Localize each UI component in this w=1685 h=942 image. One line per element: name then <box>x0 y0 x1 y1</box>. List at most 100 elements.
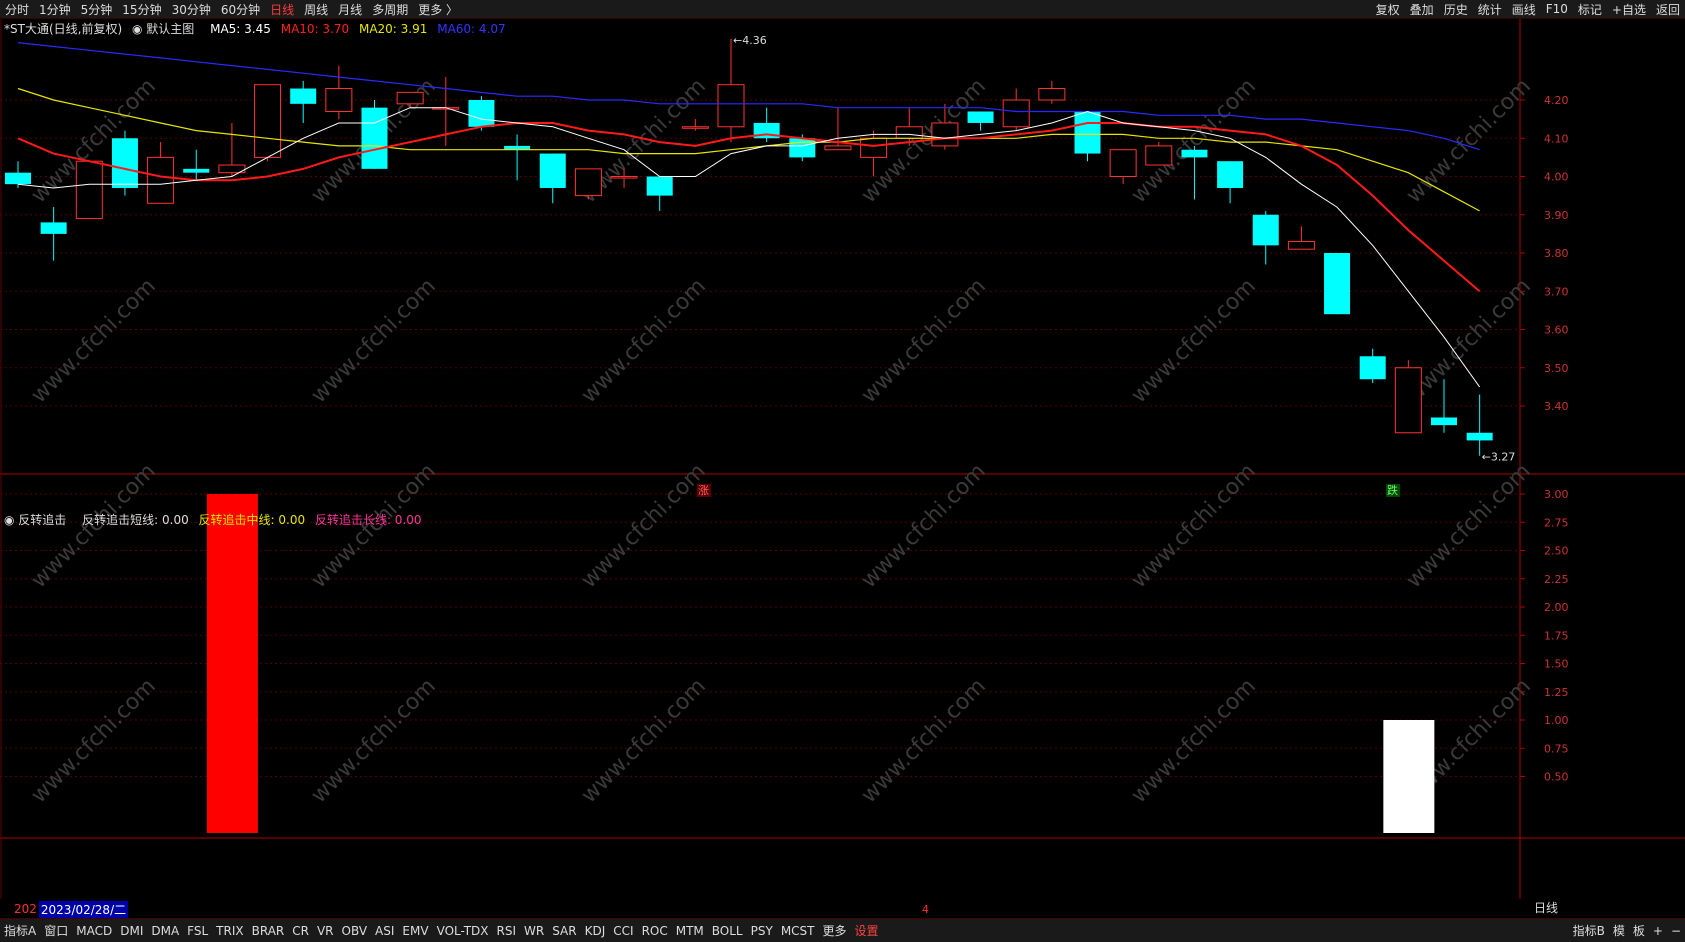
indicator-bar <box>1383 720 1435 833</box>
tool-button-3[interactable]: 统计 <box>1473 1 1507 18</box>
period-tab-10[interactable]: 更多 〉 <box>413 1 463 18</box>
period-toolbar: 分时 1分钟 5分钟 15分钟 30分钟 60分钟 日线 周线 月线 多周期 更多 〉 复权 叠加 历史… <box>0 0 1685 19</box>
indicator-tool-3[interactable]: + <box>1649 924 1667 938</box>
chart-template-selector[interactable]: ◉ 默认主图 <box>132 22 200 36</box>
indicator-tab-20[interactable]: MTM <box>672 924 708 938</box>
indicator-tab-3[interactable]: DMI <box>116 924 147 938</box>
main-tick-label: 3.50 <box>1544 362 1569 375</box>
indicator-tab-13[interactable]: VOL-TDX <box>433 924 493 938</box>
ma5-value: MA5: 3.45 <box>210 22 271 36</box>
period-tab-3[interactable]: 15分钟 <box>117 1 166 18</box>
main-tick-label: 3.80 <box>1544 247 1569 260</box>
watermark: www.cfchi.com <box>857 274 991 408</box>
sub-tick-label: 1.25 <box>1544 686 1569 699</box>
main-tick-label: 3.40 <box>1544 400 1569 413</box>
period-tabs: 分时 1分钟 5分钟 15分钟 30分钟 60分钟 日线 周线 月线 多周期 更多 〉 <box>0 0 463 18</box>
date-prefix: 202 <box>14 902 37 916</box>
indicator-tab-23[interactable]: MCST <box>777 924 819 938</box>
candle-body-down <box>468 100 495 127</box>
period-tab-6[interactable]: 日线 <box>265 1 299 18</box>
candle-body-up <box>681 126 709 129</box>
indicator-tab-4[interactable]: DMA <box>147 924 183 938</box>
candle-body-up <box>1109 149 1137 178</box>
indicator-toolbar: 指标A 窗口 MACD DMI DMA FSL TRIX BRAR CR VR OBV ASI EMV V… <box>0 918 1685 942</box>
indicator-tab-10[interactable]: OBV <box>338 924 372 938</box>
candle-body-up <box>325 88 353 112</box>
period-tab-4[interactable]: 30分钟 <box>167 1 216 18</box>
candle-body-down <box>183 168 210 173</box>
period-tab-9[interactable]: 多周期 <box>367 1 413 18</box>
indicator-tab-0[interactable]: 指标A <box>0 922 40 939</box>
indicator-name: 反转追击 <box>18 513 67 527</box>
indicator-tab-1[interactable]: 窗口 <box>40 922 72 939</box>
tool-button-1[interactable]: 叠加 <box>1405 1 1439 18</box>
up-marker: 涨 <box>698 484 709 497</box>
candle-body-down <box>1431 417 1457 426</box>
period-tab-5[interactable]: 60分钟 <box>216 1 265 18</box>
tool-button-0[interactable]: 复权 <box>1371 1 1405 18</box>
indicator-tab-11[interactable]: ASI <box>371 924 398 938</box>
sub-tick-label: 3.00 <box>1544 488 1569 501</box>
mid-line-value: 反转追击中线: 0.00 <box>198 513 306 527</box>
candle-body-down <box>1252 214 1279 246</box>
indicator-tab-15[interactable]: WR <box>520 924 548 938</box>
indicator-tab-12[interactable]: EMV <box>398 924 432 938</box>
watermark: www.cfchi.com <box>577 459 711 593</box>
watermark: www.cfchi.com <box>1402 459 1536 593</box>
indicator-selector[interactable]: ◉ 反转追击 <box>4 513 72 527</box>
candle-body-up <box>75 160 103 220</box>
period-tab-2[interactable]: 5分钟 <box>76 1 118 18</box>
candlesticks <box>5 38 1493 456</box>
indicator-tab-7[interactable]: BRAR <box>248 924 289 938</box>
main-tick-label: 4.10 <box>1544 132 1569 145</box>
short-line-value: 反转追击短线: 0.00 <box>82 513 189 527</box>
kline-chart[interactable]: www.cfchi.com www.cfchi.com www.cfchi.com w… <box>0 19 1685 918</box>
indicator-tab-8[interactable]: CR <box>288 924 313 938</box>
main-tick-label: 3.60 <box>1544 324 1569 337</box>
indicator-tool-1[interactable]: 模 <box>1609 922 1629 939</box>
main-tick-label: 4.20 <box>1544 94 1569 107</box>
candle-body-up <box>147 156 175 204</box>
indicator-tab-14[interactable]: RSI <box>493 924 521 938</box>
watermark: www.cfchi.com <box>27 674 161 808</box>
candle-body-down <box>1324 253 1351 315</box>
indicator-tab-5[interactable]: FSL <box>183 924 212 938</box>
indicator-tab-17[interactable]: KDJ <box>581 924 610 938</box>
indicator-tab-24[interactable]: 更多 <box>819 922 851 939</box>
watermark: www.cfchi.com <box>1127 674 1261 808</box>
sub-legend: ◉ 反转追击 反转追击短线: 0.00 反转追击中线: 0.00 反转追击长线:… <box>4 511 428 528</box>
tool-button-5[interactable]: F10 <box>1541 2 1573 16</box>
candle-body-up <box>254 84 282 158</box>
indicator-tab-2[interactable]: MACD <box>72 924 116 938</box>
candle-body-down <box>1466 432 1493 441</box>
template-label: 默认主图 <box>146 22 195 36</box>
indicator-tool-4[interactable]: − <box>1667 924 1685 938</box>
indicator-tool-2[interactable]: 板 <box>1629 922 1649 939</box>
sub-tick-label: 2.50 <box>1544 545 1569 558</box>
sub-tick-label: 1.50 <box>1544 658 1569 671</box>
tool-button-8[interactable]: 返回 <box>1651 1 1685 18</box>
period-label: 日线 <box>1534 901 1558 915</box>
indicator-tab-6[interactable]: TRIX <box>212 924 247 938</box>
indicator-tab-19[interactable]: ROC <box>638 924 672 938</box>
indicator-tab-21[interactable]: BOLL <box>708 924 747 938</box>
watermark: www.cfchi.com <box>1127 274 1261 408</box>
tool-button-7[interactable]: +自选 <box>1607 1 1651 18</box>
tool-button-2[interactable]: 历史 <box>1439 1 1473 18</box>
tool-button-6[interactable]: 标记 <box>1573 1 1607 18</box>
sub-tick-label: 1.00 <box>1544 714 1569 727</box>
indicator-tool-0[interactable]: 指标B <box>1569 922 1609 939</box>
period-tab-7[interactable]: 周线 <box>299 1 333 18</box>
ma10-value: MA10: 3.70 <box>280 22 350 36</box>
period-tab-1[interactable]: 1分钟 <box>34 1 76 18</box>
indicator-tab-9[interactable]: VR <box>313 924 338 938</box>
indicator-tab-22[interactable]: PSY <box>747 924 777 938</box>
tool-button-4[interactable]: 画线 <box>1507 1 1541 18</box>
indicator-tab-16[interactable]: SAR <box>548 924 580 938</box>
indicator-tab-18[interactable]: CCI <box>609 924 637 938</box>
candle-body-up <box>931 122 959 147</box>
period-tab-8[interactable]: 月线 <box>333 1 367 18</box>
candle-body-up <box>1145 145 1173 166</box>
indicator-tab-25[interactable]: 设置 <box>851 922 883 939</box>
period-tab-0[interactable]: 分时 <box>0 1 34 18</box>
